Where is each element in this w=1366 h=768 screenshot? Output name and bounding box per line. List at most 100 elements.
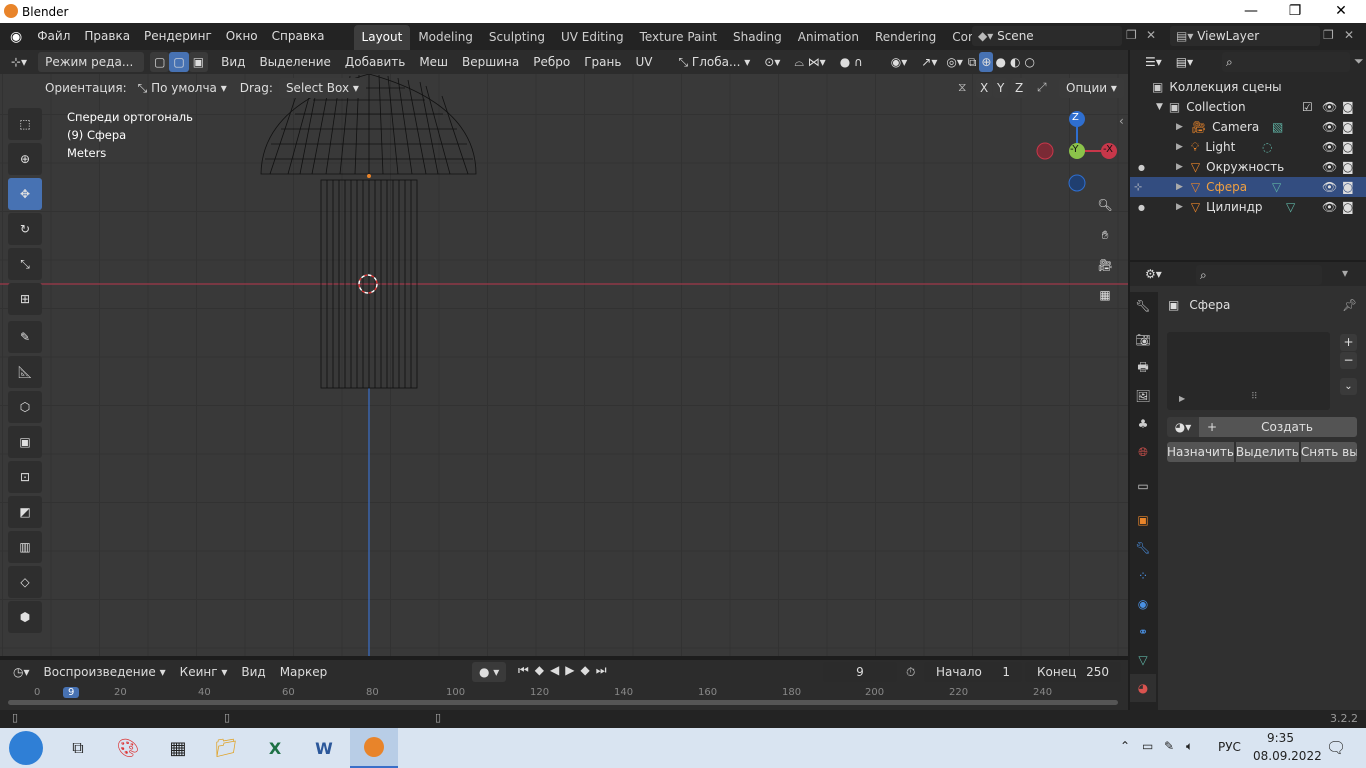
playback-controls[interactable]: ⏮◆◀▶◆⏭ — [518, 663, 613, 678]
cursor-tool-icon[interactable]: ⊕ — [8, 143, 42, 175]
menu-select[interactable]: Выделение — [252, 52, 337, 72]
eye-icon[interactable]: 👁︎ — [1322, 180, 1337, 194]
proportional-edit-icon[interactable]: ● ∩ — [833, 52, 870, 72]
outliner-row-cylinder[interactable]: ● ▶ ▽ Цилиндр ▽ 👁︎ ◙ — [1130, 197, 1366, 217]
outliner-display-mode-icon[interactable]: ▤▾ — [1169, 52, 1200, 72]
scene-tab-icon[interactable]: ♣ — [1130, 410, 1156, 438]
outliner-row-collection[interactable]: ▼ ▣ Collection ☑ 👁︎ ◙ — [1130, 97, 1366, 117]
eye-icon[interactable]: 👁︎ — [1322, 100, 1337, 114]
record-keyframe-button[interactable]: ● ▾ — [472, 662, 507, 682]
orientation-selector[interactable]: ⤡ По умолча ▾ — [131, 78, 234, 98]
chevron-right-icon[interactable]: ▶ — [1176, 202, 1183, 212]
visibility-icon[interactable]: ◉▾ — [884, 52, 915, 72]
calculator-app-icon[interactable]: ▦ — [154, 728, 202, 768]
measure-tool-icon[interactable]: 📐︎ — [8, 356, 42, 388]
overlay-toggle-icon[interactable]: ◎▾ — [944, 52, 965, 72]
material-slot-list[interactable]: ▶ ⠿ — [1167, 332, 1330, 410]
battery-icon[interactable]: ▭ — [1142, 739, 1153, 753]
timeline-scrollbar[interactable] — [8, 700, 1118, 705]
tab-layout[interactable]: Layout — [353, 25, 411, 50]
wireframe-shading-icon[interactable]: ⊕ — [979, 52, 994, 72]
menu-help[interactable]: Справка — [265, 23, 332, 50]
resize-handle-icon[interactable]: ⠿ — [1251, 392, 1258, 402]
menu-edit[interactable]: Правка — [77, 23, 137, 50]
minimize-button[interactable]: — — [1228, 0, 1274, 23]
tool-tab-icon[interactable]: 🔧︎ — [1130, 292, 1156, 320]
outliner-row-light[interactable]: ▶ 💡︎ Light ◌ 👁︎ ◙ — [1130, 137, 1366, 157]
excel-app-icon[interactable]: X — [251, 728, 299, 768]
select-box-tool-icon[interactable]: ⬚ — [8, 108, 42, 140]
camera-view-icon[interactable]: 🎥︎ — [1091, 251, 1119, 279]
ortho-grid-icon[interactable]: ▦ — [1091, 281, 1119, 309]
outliner-row-sphere[interactable]: ⊹ ▶ ▽ Сфера ▽ 👁︎ ◙ — [1130, 177, 1366, 197]
tab-sculpting[interactable]: Sculpting — [481, 25, 553, 50]
tab-modeling[interactable]: Modeling — [410, 25, 481, 50]
tab-animation[interactable]: Animation — [790, 25, 867, 50]
pan-hand-icon[interactable]: ✋︎ — [1091, 221, 1119, 249]
transform-tool-icon[interactable]: ⊞ — [8, 283, 42, 315]
object-tab-icon[interactable]: ▣ — [1130, 506, 1156, 534]
menu-keying[interactable]: Кеинг ▾ — [173, 662, 235, 682]
mirror-x-toggle[interactable]: X — [976, 78, 993, 98]
zoom-icon[interactable]: 🔍︎ — [1091, 191, 1119, 219]
world-tab-icon[interactable]: 🌐︎ — [1130, 438, 1156, 466]
slot-specials-button[interactable]: ⌄ — [1340, 378, 1357, 395]
paint-app-icon[interactable]: 🎨︎ — [104, 728, 152, 768]
camera-render-icon[interactable]: ◙ — [1342, 200, 1354, 214]
properties-options-icon[interactable]: ▾ — [1342, 266, 1348, 280]
snap-icon[interactable]: ⌓ ⋈▾ — [787, 52, 832, 72]
gizmo-y-label[interactable]: -Y — [1070, 144, 1079, 155]
gizmo-z-label[interactable]: Z — [1072, 112, 1079, 123]
output-tab-icon[interactable]: 🖶 — [1130, 354, 1156, 382]
camera-render-icon[interactable]: ◙ — [1342, 120, 1354, 134]
chevron-down-icon[interactable]: ▼ — [1156, 102, 1163, 112]
chevron-right-icon[interactable]: ▶ — [1176, 142, 1183, 152]
eye-icon[interactable]: 👁︎ — [1322, 160, 1337, 174]
material-tab-icon[interactable]: ◕ — [1130, 674, 1156, 702]
volume-icon[interactable]: 🔈︎ — [1186, 739, 1193, 754]
editor-type-icon[interactable]: ⊹▾ — [4, 52, 34, 72]
end-frame-field[interactable]: Конец 250 — [1025, 662, 1121, 682]
current-frame-field[interactable]: 9 — [823, 662, 897, 682]
tab-uv-editing[interactable]: UV Editing — [553, 25, 632, 50]
inset-tool-icon[interactable]: ⊡ — [8, 461, 42, 493]
xray-toggle-icon[interactable]: ⧉ — [965, 52, 980, 72]
close-button[interactable]: ✕ — [1318, 0, 1364, 23]
mode-selector[interactable]: Режим реда... ▾ — [38, 52, 145, 89]
start-button[interactable] — [2, 728, 50, 768]
outliner-row-circle[interactable]: ● ▶ ▽ Окружность 👁︎ ◙ — [1130, 157, 1366, 177]
constraints-tab-icon[interactable]: ⚭ — [1130, 618, 1156, 646]
collection-tab-icon[interactable]: ▭ — [1130, 472, 1156, 500]
menu-view[interactable]: Вид — [214, 52, 252, 72]
add-slot-button[interactable]: + — [1340, 334, 1357, 351]
menu-mesh[interactable]: Меш — [412, 52, 455, 72]
expand-icon[interactable]: ▶ — [1179, 394, 1185, 403]
render-tab-icon[interactable]: 📷︎ — [1130, 326, 1156, 354]
clock-time[interactable]: 9:35 — [1267, 731, 1294, 745]
physics-tab-icon[interactable]: ◉ — [1130, 590, 1156, 618]
frame-ruler[interactable]: 0 20 40 60 80 100 120 140 160 180 200 22… — [0, 687, 1128, 699]
menu-face[interactable]: Грань — [577, 52, 628, 72]
data-tab-icon[interactable]: ▽ — [1130, 646, 1156, 674]
menu-file[interactable]: Файл — [30, 23, 77, 50]
material-browse-icon[interactable]: ◕▾ — [1167, 417, 1199, 437]
stopwatch-icon[interactable]: ⏱ — [906, 665, 915, 680]
solid-shading-icon[interactable]: ● — [993, 52, 1007, 72]
camera-render-icon[interactable]: ◙ — [1342, 160, 1354, 174]
camera-render-icon[interactable]: ◙ — [1342, 100, 1354, 114]
pen-icon[interactable]: ✎ — [1164, 739, 1174, 753]
show-hidden-icons[interactable]: ⌃ — [1120, 739, 1130, 753]
scale-tool-icon[interactable]: ⤡ — [8, 248, 42, 280]
mirror-z-toggle[interactable]: Z — [1011, 78, 1028, 98]
chevron-right-icon[interactable]: ▶ — [1176, 122, 1183, 132]
menu-playback[interactable]: Воспроизведение ▾ — [37, 662, 173, 682]
modifier-tab-icon[interactable]: 🔧︎ — [1130, 534, 1156, 562]
menu-add[interactable]: Добавить — [338, 52, 412, 72]
eye-icon[interactable]: 👁︎ — [1322, 200, 1337, 214]
material-shading-icon[interactable]: ◐ — [1008, 52, 1022, 72]
delete-scene-icon[interactable]: ✕ — [1146, 28, 1156, 42]
new-viewlayer-icon[interactable]: ❐ — [1323, 28, 1334, 42]
chevron-right-icon[interactable]: ▶ — [1176, 182, 1183, 192]
word-app-icon[interactable]: W — [300, 728, 348, 768]
vertex-select-icon[interactable]: ▢ — [150, 52, 170, 72]
